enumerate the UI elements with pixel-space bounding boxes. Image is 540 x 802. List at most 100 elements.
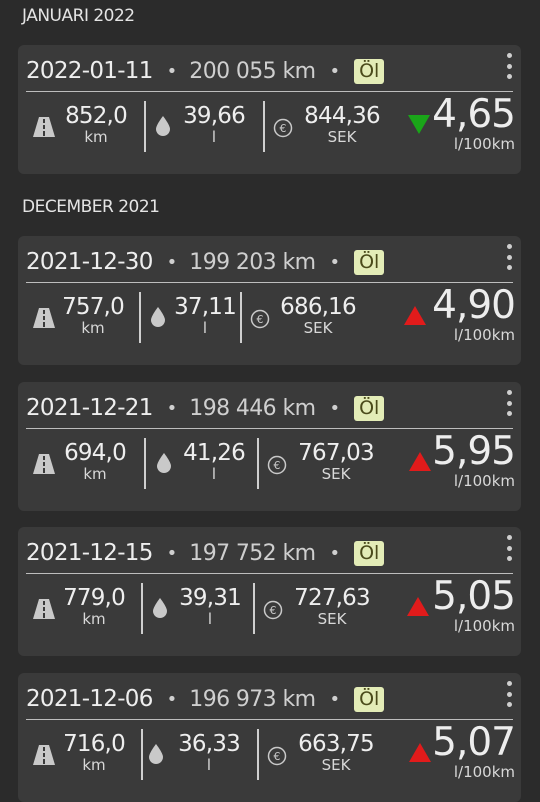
cost-value: 686,16	[280, 294, 356, 320]
entry-date: 2021-12-15	[26, 540, 153, 566]
fuel-drop-icon	[156, 116, 170, 136]
divider	[253, 583, 255, 634]
euro-coin-icon: €	[263, 600, 283, 620]
entry-odometer: 200 055 km	[189, 58, 316, 84]
consumption-unit: l/100km	[453, 763, 515, 781]
entry-header: 2021-12-06 • 196 973 km • Öl	[26, 679, 513, 720]
cost-value: 663,75	[298, 731, 374, 757]
more-vertical-icon[interactable]	[503, 535, 515, 561]
svg-text:€: €	[274, 459, 281, 472]
distance-value: 779,0	[63, 585, 126, 611]
euro-coin-icon: €	[250, 309, 270, 329]
volume-value: 41,26	[183, 440, 246, 466]
divider	[257, 729, 259, 780]
road-icon	[33, 117, 55, 137]
distance-stat: 716,0 km	[61, 731, 127, 773]
euro-coin-icon: €	[267, 746, 287, 766]
more-vertical-icon[interactable]	[503, 53, 515, 79]
consumption-unit: l/100km	[453, 135, 515, 153]
consumption-value: 5,07	[432, 720, 516, 765]
entry-odometer: 196 973 km	[189, 686, 316, 712]
distance-unit: km	[82, 756, 106, 774]
trend-up-icon	[409, 452, 431, 471]
consumption-unit: l/100km	[453, 326, 515, 344]
section-header-januari: JANUARI 2022	[22, 6, 135, 26]
consumption-value: 5,95	[432, 429, 516, 474]
entry-header: 2021-12-21 • 198 446 km • Öl	[26, 388, 513, 429]
volume-unit: l	[202, 319, 208, 337]
cost-stat: 727,63 SEK	[287, 585, 377, 627]
consumption-unit: l/100km	[453, 617, 515, 635]
svg-text:€: €	[270, 604, 277, 617]
volume-value: 37,11	[174, 294, 237, 320]
svg-text:€: €	[280, 122, 287, 135]
road-icon	[33, 599, 55, 619]
consumption-stat: 5,07 l/100km	[432, 720, 516, 782]
fuel-drop-icon	[157, 453, 171, 473]
volume-value: 39,31	[179, 585, 242, 611]
volume-stat: 36,33 l	[174, 731, 244, 773]
consumption-stat: 5,05 l/100km	[432, 574, 516, 636]
divider	[141, 583, 143, 634]
cost-unit: SEK	[327, 128, 357, 146]
divider	[139, 292, 141, 343]
cost-unit: SEK	[303, 319, 333, 337]
entry-header: 2021-12-15 • 197 752 km • Öl	[26, 533, 513, 574]
consumption-stat: 4,65 l/100km	[432, 92, 516, 154]
entry-date: 2021-12-21	[26, 395, 153, 421]
consumption-unit: l/100km	[453, 472, 515, 490]
trend-up-icon	[409, 743, 431, 762]
more-vertical-icon[interactable]	[503, 390, 515, 416]
fuel-tag-badge: Öl	[354, 686, 385, 712]
euro-coin-icon: €	[267, 455, 287, 475]
euro-coin-icon: €	[273, 118, 293, 138]
fuel-entry-card[interactable]: 2021-12-21 • 198 446 km • Öl 694,0 km 41…	[18, 382, 521, 511]
volume-stat: 37,11 l	[173, 294, 237, 336]
fuel-drop-icon	[151, 307, 165, 327]
more-vertical-icon[interactable]	[503, 681, 515, 707]
consumption-value: 5,05	[432, 574, 516, 619]
divider	[141, 729, 143, 780]
section-header-december: DECEMBER 2021	[22, 197, 160, 217]
separator-dot: •	[166, 251, 178, 273]
distance-stat: 779,0 km	[61, 585, 127, 627]
trend-down-icon	[408, 115, 430, 134]
separator-dot: •	[166, 688, 178, 710]
more-vertical-icon[interactable]	[503, 244, 515, 270]
volume-unit: l	[207, 610, 213, 628]
entry-odometer: 198 446 km	[189, 395, 316, 421]
cost-stat: 844,36 SEK	[297, 103, 387, 145]
entry-odometer: 197 752 km	[189, 540, 316, 566]
cost-stat: 767,03 SEK	[291, 440, 381, 482]
divider	[263, 101, 265, 152]
fuel-tag-badge: Öl	[354, 58, 385, 84]
separator-dot: •	[329, 688, 341, 710]
consumption-stat: 5,95 l/100km	[432, 429, 516, 491]
fuel-entry-card[interactable]: 2021-12-06 • 196 973 km • Öl 716,0 km 36…	[18, 673, 521, 802]
volume-value: 36,33	[178, 731, 241, 757]
fuel-drop-icon	[153, 598, 167, 618]
entry-header: 2022-01-11 • 200 055 km • Öl	[26, 51, 513, 92]
consumption-value: 4,65	[432, 92, 516, 137]
cost-stat: 686,16 SEK	[274, 294, 362, 336]
fuel-entry-card[interactable]: 2021-12-30 • 199 203 km • Öl 757,0 km 37…	[18, 236, 521, 365]
distance-stat: 694,0 km	[62, 440, 128, 482]
separator-dot: •	[166, 60, 178, 82]
cost-value: 727,63	[294, 585, 370, 611]
road-icon	[33, 308, 55, 328]
divider	[240, 292, 242, 343]
fuel-entry-card[interactable]: 2021-12-15 • 197 752 km • Öl 779,0 km 39…	[18, 527, 521, 656]
consumption-value: 4,90	[432, 283, 516, 328]
road-icon	[33, 454, 55, 474]
volume-stat: 39,66 l	[179, 103, 249, 145]
entry-date: 2021-12-06	[26, 686, 153, 712]
fuel-entry-card[interactable]: 2022-01-11 • 200 055 km • Öl 852,0 km 39…	[18, 45, 521, 174]
entry-header: 2021-12-30 • 199 203 km • Öl	[26, 242, 513, 283]
distance-value: 694,0	[64, 440, 127, 466]
road-icon	[33, 745, 55, 765]
fuel-tag-badge: Öl	[354, 540, 385, 566]
separator-dot: •	[329, 542, 341, 564]
distance-stat: 757,0 km	[60, 294, 126, 336]
volume-stat: 39,31 l	[176, 585, 244, 627]
trend-up-icon	[407, 597, 429, 616]
